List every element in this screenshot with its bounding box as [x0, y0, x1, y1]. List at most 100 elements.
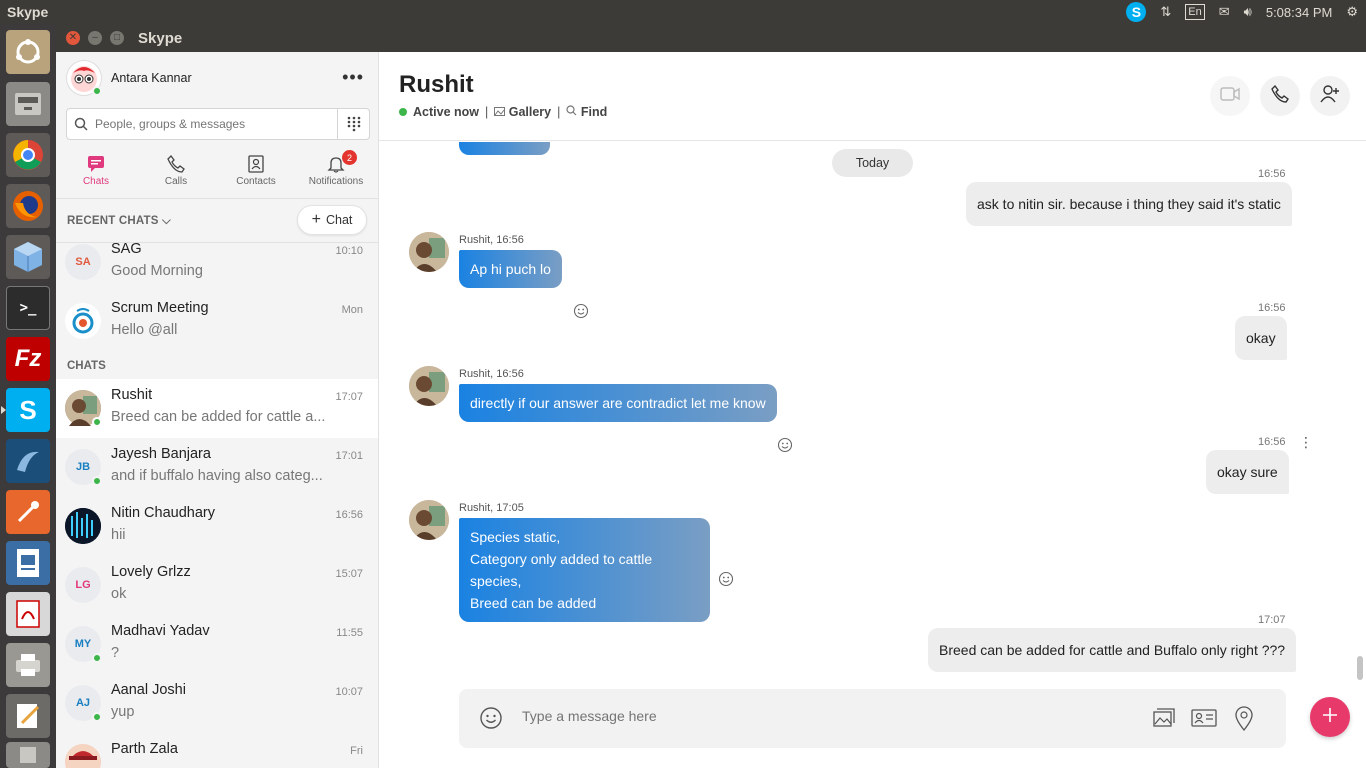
chrome-icon[interactable]	[6, 133, 50, 177]
message-bubble-outgoing[interactable]: okay sure	[1206, 450, 1289, 494]
video-call-button[interactable]	[1210, 76, 1250, 116]
tab-chats[interactable]: Chats	[56, 152, 136, 194]
list-item[interactable]: LG Lovely Grlzz ok 15:07	[56, 556, 378, 615]
find-link[interactable]: Find	[566, 105, 607, 119]
send-contact-icon[interactable]	[1191, 706, 1217, 735]
printer-icon[interactable]	[6, 643, 50, 687]
window-maximize-button[interactable]: □	[110, 31, 124, 45]
network-icon[interactable]: ⇅	[1160, 3, 1171, 21]
chat-preview: yup	[111, 704, 135, 720]
send-image-icon[interactable]	[1152, 706, 1176, 735]
search-box	[66, 108, 370, 140]
recent-chats-header[interactable]: RECENT CHATS ⌵	[67, 215, 171, 228]
smiley-icon[interactable]	[777, 437, 793, 453]
list-item[interactable]: SA SAG Good Morning 10:10	[56, 233, 378, 292]
clock[interactable]: 5:08:34 PM	[1266, 3, 1333, 21]
chat-preview: ok	[111, 586, 127, 602]
online-status-dot	[92, 712, 102, 722]
chat-preview: ?	[111, 645, 120, 661]
tab-label: Calls	[164, 176, 188, 187]
ubuntu-launcher: >_ Fz S	[0, 24, 56, 768]
list-item[interactable]: MY Madhavi Yadav ? 11:55	[56, 615, 378, 674]
search-input[interactable]	[95, 117, 335, 131]
list-item[interactable]: Parth Zala Fri	[56, 733, 378, 768]
avatar	[409, 500, 449, 540]
divider	[56, 198, 378, 199]
emoji-icon[interactable]	[479, 706, 503, 735]
gallery-link[interactable]: Gallery	[494, 105, 551, 119]
message-bubble-outgoing[interactable]: okay	[1235, 316, 1287, 360]
dialpad-icon[interactable]	[337, 109, 369, 139]
virtualbox-icon[interactable]	[6, 235, 50, 279]
ubuntu-dash-icon[interactable]	[6, 30, 50, 74]
avatar	[65, 744, 101, 768]
message-bubble-outgoing[interactable]: ask to nitin sir. because i thing they s…	[966, 182, 1292, 226]
trash-icon[interactable]	[6, 742, 50, 768]
avatar[interactable]	[66, 60, 102, 96]
tab-contacts[interactable]: Contacts	[216, 152, 296, 194]
list-item[interactable]: AJ Aanal Joshi yup 10:07	[56, 674, 378, 733]
online-status-dot	[92, 653, 102, 663]
chat-preview: Breed can be added for cattle a...	[111, 409, 326, 425]
tab-calls[interactable]: Calls	[136, 152, 216, 194]
profile[interactable]: Antara Kannar	[66, 60, 192, 96]
postman-icon[interactable]	[6, 490, 50, 534]
chat-name: Rushit	[111, 387, 153, 403]
message-input[interactable]	[522, 708, 1082, 724]
message-bubble-incoming[interactable]: Ap hi puch lo	[459, 250, 562, 288]
add-content-button[interactable]	[1310, 697, 1350, 737]
message-bubble-incoming[interactable]: Species static, Category only added to c…	[459, 518, 710, 622]
scrollbar-thumb[interactable]	[1357, 656, 1363, 680]
writer-icon[interactable]	[6, 541, 50, 585]
chat-time: 10:07	[335, 686, 363, 698]
message-sender: Rushit, 17:05	[459, 502, 524, 514]
avatar: LG	[65, 567, 101, 603]
avatar	[65, 508, 101, 544]
firefox-icon[interactable]	[6, 184, 50, 228]
system-settings-icon[interactable]: ⚙	[1346, 3, 1358, 21]
list-item[interactable]: Nitin Chaudhary hii 16:56	[56, 497, 378, 556]
avatar	[65, 390, 102, 427]
files-icon[interactable]	[6, 82, 50, 126]
add-people-button[interactable]	[1310, 76, 1350, 116]
audio-call-button[interactable]	[1260, 76, 1300, 116]
smiley-icon[interactable]	[718, 571, 734, 587]
message-composer	[459, 689, 1286, 748]
online-status-dot	[92, 86, 102, 96]
new-chat-button[interactable]: + Chat	[297, 205, 367, 235]
window-minimize-button[interactable]: –	[88, 31, 102, 45]
text-editor-icon[interactable]	[6, 694, 50, 738]
chats-section-header: CHATS	[67, 360, 106, 372]
filezilla-icon[interactable]: Fz	[6, 337, 50, 381]
mysql-workbench-icon[interactable]	[6, 439, 50, 483]
mail-icon[interactable]: ✉	[1219, 3, 1230, 21]
terminal-icon[interactable]: >_	[6, 286, 50, 330]
message-options-icon[interactable]: ⋮	[1299, 435, 1313, 449]
document-viewer-icon[interactable]	[6, 592, 50, 636]
volume-icon[interactable]: 🔊︎	[1244, 3, 1252, 21]
list-item[interactable]: JB Jayesh Banjara and if buffalo having …	[56, 438, 378, 497]
window-close-button[interactable]: ✕	[66, 31, 80, 45]
skype-tray-icon[interactable]: S	[1126, 2, 1147, 22]
smiley-icon[interactable]	[573, 303, 589, 319]
online-status-dot	[399, 108, 407, 116]
chat-icon	[87, 152, 105, 176]
message-time: 16:56	[1258, 168, 1286, 180]
active-app-name: Skype	[7, 4, 49, 20]
tab-notifications[interactable]: 2 Notifications	[296, 150, 376, 194]
skype-launcher-icon[interactable]: S	[6, 388, 50, 432]
chat-item-rushit[interactable]: Rushit Breed can be added for cattle a..…	[56, 379, 378, 438]
plus-icon: +	[311, 211, 321, 228]
tab-label: Notifications	[308, 176, 364, 187]
message-bubble-incoming[interactable]: directly if our answer are contradict le…	[459, 384, 777, 422]
list-item[interactable]: Scrum Meeting Hello @all Mon	[56, 292, 378, 351]
location-pin-icon[interactable]	[1234, 706, 1254, 737]
more-options-button[interactable]: •••	[342, 68, 364, 86]
chat-preview: Hello @all	[111, 322, 178, 338]
message-line: Species static,	[470, 529, 561, 545]
message-bubble-outgoing[interactable]: Breed can be added for cattle and Buffal…	[928, 628, 1297, 672]
conversation-title[interactable]: Rushit	[399, 71, 474, 99]
keyboard-language-indicator[interactable]: En	[1185, 4, 1205, 20]
message-sender: Rushit, 16:56	[459, 368, 524, 380]
message-time: 16:56	[1258, 302, 1286, 314]
